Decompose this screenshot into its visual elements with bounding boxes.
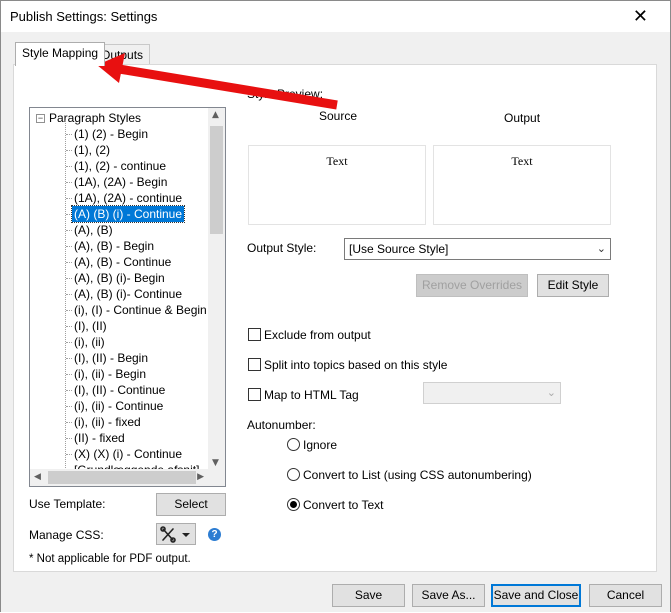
- save-button[interactable]: Save: [332, 584, 405, 607]
- close-icon[interactable]: ✕: [633, 6, 648, 27]
- help-icon[interactable]: ?: [208, 528, 221, 541]
- tree-item[interactable]: (i), (ii) - Continue: [72, 398, 165, 414]
- tree-horizontal-scrollbar[interactable]: ◀ ▶: [30, 469, 208, 486]
- tree-content: − Paragraph Styles (1) (2) - Begin (1), (2…: [30, 108, 210, 470]
- cancel-button[interactable]: Cancel: [589, 584, 662, 607]
- tree-item[interactable]: (1A), (2A) - continue: [72, 190, 184, 206]
- tree-vertical-scroll-thumb[interactable]: [210, 126, 223, 234]
- title-bar: Publish Settings: Settings ✕: [1, 1, 670, 32]
- tree-item[interactable]: (i), (ii): [72, 334, 107, 350]
- tree-item[interactable]: (II) - fixed: [72, 430, 127, 446]
- tools-icon: [160, 526, 190, 543]
- scroll-left-icon[interactable]: ◀: [34, 472, 41, 482]
- split-topics-label: Split into topics based on this style: [264, 358, 448, 372]
- select-template-button[interactable]: Select: [156, 493, 226, 516]
- save-and-close-button[interactable]: Save and Close: [491, 584, 581, 607]
- source-label: Source: [319, 109, 358, 123]
- output-style-select[interactable]: [Use Source Style] ⌄: [344, 238, 611, 260]
- tree-horizontal-scroll-thumb[interactable]: [48, 471, 196, 484]
- tree-item[interactable]: (i), (I) - Continue & Begin: [72, 302, 209, 318]
- chevron-down-icon: ⌄: [546, 387, 556, 399]
- manage-css-button[interactable]: [156, 523, 196, 545]
- scrollbar-corner: [208, 469, 225, 486]
- tab-label: Style Mapping: [22, 46, 99, 60]
- autonumber-label: Autonumber:: [247, 418, 316, 432]
- source-preview-box: Text: [248, 145, 426, 225]
- output-label: Output: [504, 111, 541, 125]
- html-tag-select[interactable]: ⌄: [423, 382, 561, 404]
- autonumber-text-radio[interactable]: [287, 498, 300, 511]
- tree-root-paragraph-styles[interactable]: − Paragraph Styles: [36, 110, 141, 126]
- publish-settings-dialog: Publish Settings: Settings ✕ Style Mappi…: [0, 0, 671, 612]
- tab-style-mapping[interactable]: Style Mapping: [15, 42, 106, 66]
- scroll-right-icon[interactable]: ▶: [197, 472, 204, 482]
- remove-overrides-button[interactable]: Remove Overrides: [416, 274, 528, 297]
- tree-item[interactable]: (i), (ii) - fixed: [72, 414, 143, 430]
- window-title: Publish Settings: Settings: [10, 9, 158, 24]
- style-preview-heading: Style Preview:: [247, 87, 324, 101]
- autonumber-ignore-label: Ignore: [303, 438, 338, 452]
- tree-item[interactable]: (A), (B) (i)- Begin: [72, 270, 167, 286]
- tree-item[interactable]: (A), (B) - Continue: [72, 254, 173, 270]
- map-html-tag-label: Map to HTML Tag: [264, 388, 359, 402]
- tree-vertical-scrollbar[interactable]: ▲ ▼: [208, 108, 225, 470]
- collapse-icon[interactable]: −: [36, 114, 45, 124]
- save-as-button[interactable]: Save As...: [412, 584, 485, 607]
- tree-item[interactable]: (1) (2) - Begin: [72, 126, 150, 142]
- tree-item[interactable]: (A) (B) (i) - Continue: [70, 205, 186, 223]
- source-preview-text: Text: [326, 154, 348, 168]
- tree-item[interactable]: (A), (B) (i)- Continue: [72, 286, 184, 302]
- autonumber-ignore-radio[interactable]: [287, 438, 300, 451]
- map-html-tag-checkbox[interactable]: [248, 388, 261, 401]
- tree-guide-line: [65, 120, 66, 470]
- paragraph-styles-tree[interactable]: − Paragraph Styles (1) (2) - Begin (1), (2…: [29, 107, 226, 487]
- tree-item[interactable]: (I), (II): [72, 318, 109, 334]
- tree-item[interactable]: (A), (B): [72, 222, 115, 238]
- edit-style-button[interactable]: Edit Style: [537, 274, 609, 297]
- tree-item[interactable]: (X) (X) (i) - Continue: [72, 446, 184, 462]
- autonumber-text-label: Convert to Text: [303, 498, 384, 512]
- pdf-footnote: * Not applicable for PDF output.: [29, 553, 191, 565]
- tree-item[interactable]: (I), (II) - Begin: [72, 350, 150, 366]
- tree-root-label: Paragraph Styles: [49, 111, 142, 125]
- split-topics-checkbox[interactable]: [248, 358, 261, 371]
- autonumber-list-radio[interactable]: [287, 468, 300, 481]
- scroll-up-icon[interactable]: ▲: [212, 110, 219, 120]
- output-style-value: [Use Source Style]: [349, 242, 449, 256]
- tree-item[interactable]: (1A), (2A) - Begin: [72, 174, 169, 190]
- scroll-down-icon[interactable]: ▼: [212, 458, 219, 468]
- exclude-checkbox[interactable]: [248, 328, 261, 341]
- tree-item[interactable]: (i), (ii) - Begin: [72, 366, 148, 382]
- output-style-label: Output Style:: [247, 241, 317, 255]
- output-preview-box: Text: [433, 145, 611, 225]
- tab-label: Outputs: [101, 48, 144, 62]
- tree-item[interactable]: (A), (B) - Begin: [72, 238, 156, 254]
- output-preview-text: Text: [511, 154, 533, 168]
- tree-item[interactable]: (1), (2): [72, 142, 112, 158]
- autonumber-list-label: Convert to List (using CSS autonumbering…: [303, 468, 532, 482]
- exclude-label: Exclude from output: [264, 328, 371, 342]
- chevron-down-icon: ⌄: [596, 243, 606, 255]
- manage-css-label: Manage CSS:: [29, 528, 104, 542]
- tree-item[interactable]: (1), (2) - continue: [72, 158, 168, 174]
- tree-item[interactable]: (I), (II) - Continue: [72, 382, 167, 398]
- use-template-label: Use Template:: [29, 497, 106, 511]
